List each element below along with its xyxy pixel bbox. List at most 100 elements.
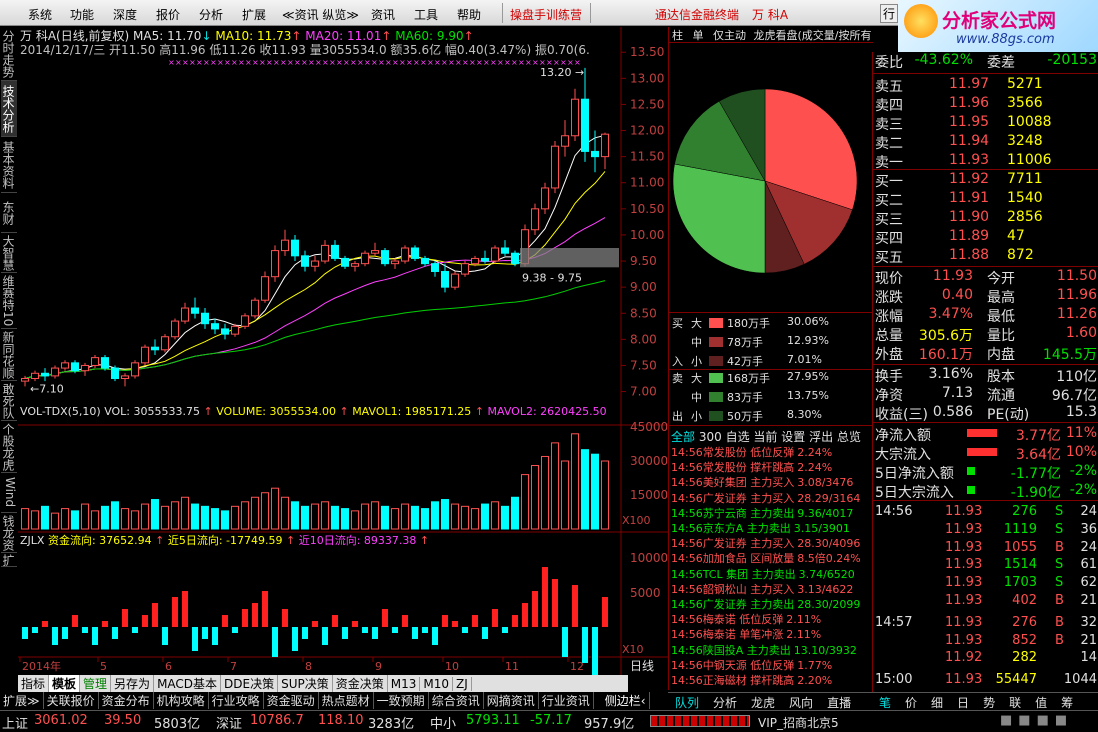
left-tab-1[interactable]: 技术分析 xyxy=(1,81,17,137)
bottom-tab-5[interactable]: 资金驱动 xyxy=(264,692,319,709)
chart-tab-9[interactable]: M10 xyxy=(420,677,454,691)
radar-item[interactable]: 14:56京东方A 主力卖出 3.15/3901 xyxy=(671,520,850,536)
radar-tab-300[interactable]: 300 xyxy=(699,430,722,444)
volume-tick: 30000 xyxy=(630,454,668,468)
left-tab-0[interactable]: 分时走势 xyxy=(1,27,17,81)
volume-bar xyxy=(121,508,129,530)
radar-tab-overview[interactable]: 总览 xyxy=(837,430,861,444)
chart-tab-2[interactable]: 管理 xyxy=(80,675,112,692)
radar-item[interactable]: 14:56中钢天源 低位反弹 1.77% xyxy=(671,657,832,673)
ask-row[interactable]: 卖二 11.94 3248 xyxy=(875,133,1097,152)
menu-function[interactable]: 功能 xyxy=(70,6,94,23)
left-tab-3[interactable]: 东财10 xyxy=(1,193,17,233)
chart-tab-10[interactable]: ZJ xyxy=(453,677,472,691)
radar-item[interactable]: 14:56正海磁材 撑杆跳高 2.20% xyxy=(671,672,832,688)
tab-active-only[interactable]: 仅主动 xyxy=(713,29,746,42)
menu-tools[interactable]: 工具 xyxy=(414,6,438,23)
chart-tab-8[interactable]: M13 xyxy=(388,677,421,691)
radar-item[interactable]: 14:56常发股份 低位反弹 2.24% xyxy=(671,444,832,460)
chart-tab-5[interactable]: DDE决策 xyxy=(221,675,279,692)
ask-row[interactable]: 卖五 11.97 5271 xyxy=(875,76,1097,95)
left-tab-2[interactable]: 基本资料 xyxy=(1,137,17,193)
left-tab-8[interactable]: 个股龙虎 xyxy=(1,421,17,473)
radar-item[interactable]: 14:56梅泰诺 单笔冲涨 2.11% xyxy=(671,626,821,642)
bid-row[interactable]: 买五 11.88 872 xyxy=(875,247,1097,266)
radar-item[interactable]: 14:56广发证券 主力买入 28.30/4096 xyxy=(671,535,860,551)
kline-chart[interactable]: 13.50 13.00 12.50 12.00 11.50 11.00 10.50 10.00… xyxy=(18,27,668,675)
bottom-tab-4[interactable]: 行业攻略 xyxy=(209,692,264,709)
radar-item[interactable]: 14:56常发股份 撑杆跳高 2.24% xyxy=(671,459,832,475)
tab-dragon-view[interactable]: 龙虎看盘(成交量/按所有 xyxy=(754,29,872,42)
radar-tab-all[interactable]: 全部 xyxy=(671,430,695,444)
bottom-tab-6[interactable]: 热点题材 xyxy=(319,692,374,709)
bottom-tab-8[interactable]: 综合资讯 xyxy=(429,692,484,709)
zx-label[interactable]: 中小 xyxy=(430,713,456,732)
ask-row[interactable]: 卖一 11.93 11006 xyxy=(875,152,1097,171)
orderbook-panel: 委比 -43.62% 委差 -20153 卖五 11.97 5271 卖四 11.96 3566 卖… xyxy=(872,52,1098,692)
ask-row[interactable]: 卖四 11.96 3566 xyxy=(875,95,1097,114)
menu-quote[interactable]: 报价 xyxy=(156,6,180,23)
window-button[interactable]: 行 xyxy=(880,4,899,23)
sh-label[interactable]: 上证 xyxy=(2,713,28,732)
bottom-tab-11[interactable]: 侧边栏‹ xyxy=(602,692,650,709)
bottom-tab-2[interactable]: 资金分布 xyxy=(99,692,154,709)
flow-label: 5日大宗流入 xyxy=(875,485,954,501)
bottom-tab-1[interactable]: 关联报价 xyxy=(44,692,99,709)
bottom-tab-3[interactable]: 机构攻略 xyxy=(154,692,209,709)
promo-link[interactable]: 操盘手训练营 xyxy=(510,6,582,23)
volume-bar xyxy=(471,508,479,530)
left-tab-6[interactable]: 新同花顺 xyxy=(1,329,17,381)
bid-row[interactable]: 买二 11.91 1540 xyxy=(875,190,1097,209)
radar-tab-watchlist[interactable]: 自选 xyxy=(726,430,750,444)
menu-news-overview[interactable]: ≪资讯 纵览≫ xyxy=(282,6,359,23)
left-tab-5[interactable]: 维赛特10 xyxy=(1,273,17,329)
bottom-tab-0[interactable]: 扩展≫ xyxy=(0,692,44,709)
radar-item[interactable]: 14:56广发证券 主力卖出 28.30/2099 xyxy=(671,596,860,612)
tab-bar[interactable]: 柱 xyxy=(672,29,683,42)
chart-tab-0[interactable]: 指标 xyxy=(18,675,50,692)
radar-tab-current[interactable]: 当前 xyxy=(753,430,777,444)
date-tick: 7 xyxy=(230,660,237,673)
row-value: 7.13 xyxy=(941,385,973,401)
left-tab-11[interactable]: 扩 xyxy=(1,553,17,567)
status-icons[interactable]: ■■■■ xyxy=(1000,713,1073,728)
menu-analysis[interactable]: 分析 xyxy=(199,6,223,23)
bottom-tab-10[interactable]: 行业资讯 xyxy=(539,692,594,709)
radar-item[interactable]: 14:56苏宁云商 主力卖出 9.36/4017 xyxy=(671,505,853,521)
chart-tab-4[interactable]: MACD基本 xyxy=(154,675,222,692)
menu-depth[interactable]: 深度 xyxy=(113,6,137,23)
signal-marker: × xyxy=(308,58,315,67)
radar-item[interactable]: 14:56梅泰诺 低位反弹 2.11% xyxy=(671,611,821,627)
left-tab-7[interactable]: 敢死队 xyxy=(1,381,17,421)
radar-item[interactable]: 14:56美好集团 主力买入 3.08/3476 xyxy=(671,474,853,490)
radar-tab-settings[interactable]: 设置 xyxy=(781,430,805,444)
menu-extend[interactable]: 扩展 xyxy=(242,6,266,23)
bid-row[interactable]: 买一 11.92 7711 xyxy=(875,171,1097,190)
radar-item[interactable]: 14:56加加食品 区间放量 8.5倍0.24% xyxy=(671,550,861,566)
radar-item[interactable]: 14:56广发证券 主力买入 28.29/3164 xyxy=(671,490,860,506)
chart-tab-6[interactable]: SUP决策 xyxy=(278,675,333,692)
percent-value: 12.93% xyxy=(787,334,829,347)
bid-row[interactable]: 买三 11.90 2856 xyxy=(875,209,1097,228)
chart-tab-3[interactable]: 另存为 xyxy=(111,675,155,692)
menu-system[interactable]: 系统 xyxy=(28,6,52,23)
zx-change: -57.17 xyxy=(530,713,572,728)
bid-row[interactable]: 买四 11.89 47 xyxy=(875,228,1097,247)
radar-item[interactable]: 14:56陕国投A 主力卖出 13.10/3932 xyxy=(671,642,857,658)
menu-info[interactable]: 资讯 xyxy=(371,6,395,23)
period-label[interactable]: 日线 xyxy=(630,659,654,673)
radar-tab-float[interactable]: 浮出 xyxy=(809,430,833,444)
left-tab-10[interactable]: 钱龙资讯 xyxy=(1,513,17,553)
radar-item[interactable]: 14:56TCL 集团 主力卖出 3.74/6520 xyxy=(671,566,855,582)
tab-single[interactable]: 单 xyxy=(693,29,704,42)
bottom-tab-9[interactable]: 网摘资讯 xyxy=(484,692,539,709)
radar-item[interactable]: 14:56韶钢松山 主力买入 3.13/4622 xyxy=(671,581,853,597)
sz-label[interactable]: 深证 xyxy=(216,713,242,732)
left-tab-4[interactable]: 大智慧 xyxy=(1,233,17,273)
left-tab-9[interactable]: Wind资讯 xyxy=(0,473,17,513)
ask-row[interactable]: 卖三 11.95 10088 xyxy=(875,114,1097,133)
bottom-tab-7[interactable]: 一致预期 xyxy=(374,692,429,709)
chart-tab-7[interactable]: 资金决策 xyxy=(333,675,388,692)
menu-help[interactable]: 帮助 xyxy=(457,6,481,23)
chart-tab-1[interactable]: 模板 xyxy=(49,675,81,692)
